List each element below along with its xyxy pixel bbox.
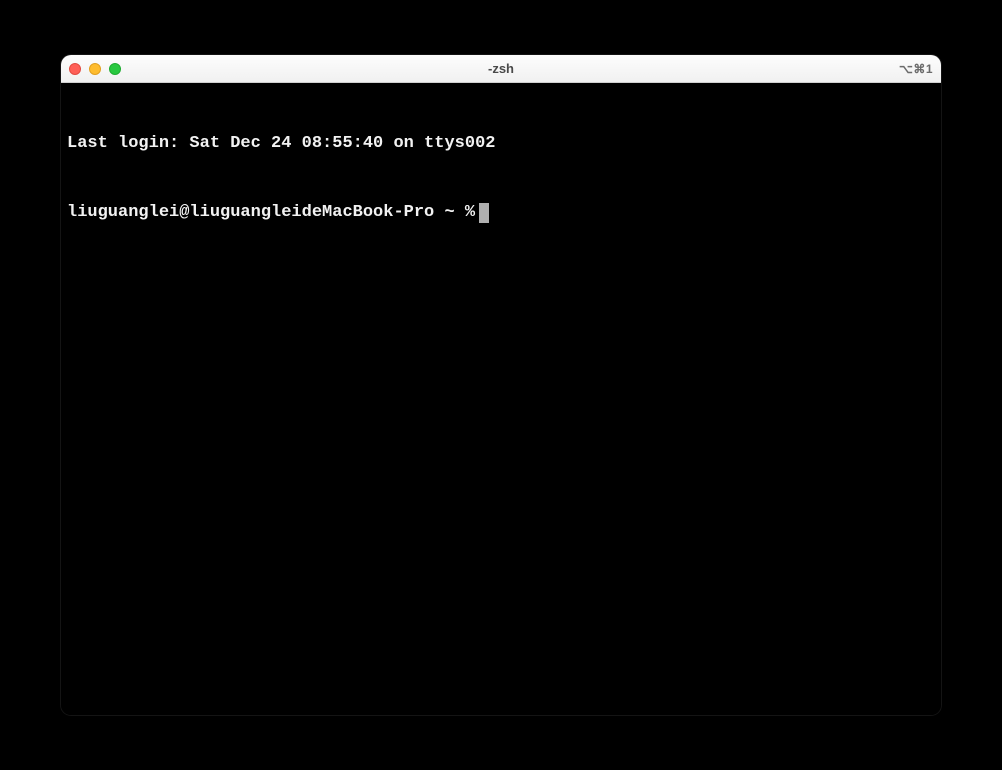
close-button[interactable]: [69, 63, 81, 75]
title-bar[interactable]: -zsh ⌥⌘1: [61, 55, 941, 83]
window-title: -zsh: [61, 61, 941, 76]
window-shortcut: ⌥⌘1: [899, 62, 933, 76]
zoom-button[interactable]: [109, 63, 121, 75]
last-login-line: Last login: Sat Dec 24 08:55:40 on ttys0…: [67, 133, 935, 156]
cursor: [479, 203, 489, 223]
minimize-button[interactable]: [89, 63, 101, 75]
prompt-line: liuguanglei@liuguangleideMacBook-Pro ~ %: [67, 202, 935, 225]
prompt-text: liuguanglei@liuguangleideMacBook-Pro ~ %: [67, 202, 475, 225]
traffic-lights: [69, 63, 121, 75]
terminal-body[interactable]: Last login: Sat Dec 24 08:55:40 on ttys0…: [61, 83, 941, 715]
terminal-window: -zsh ⌥⌘1 Last login: Sat Dec 24 08:55:40…: [61, 55, 941, 715]
